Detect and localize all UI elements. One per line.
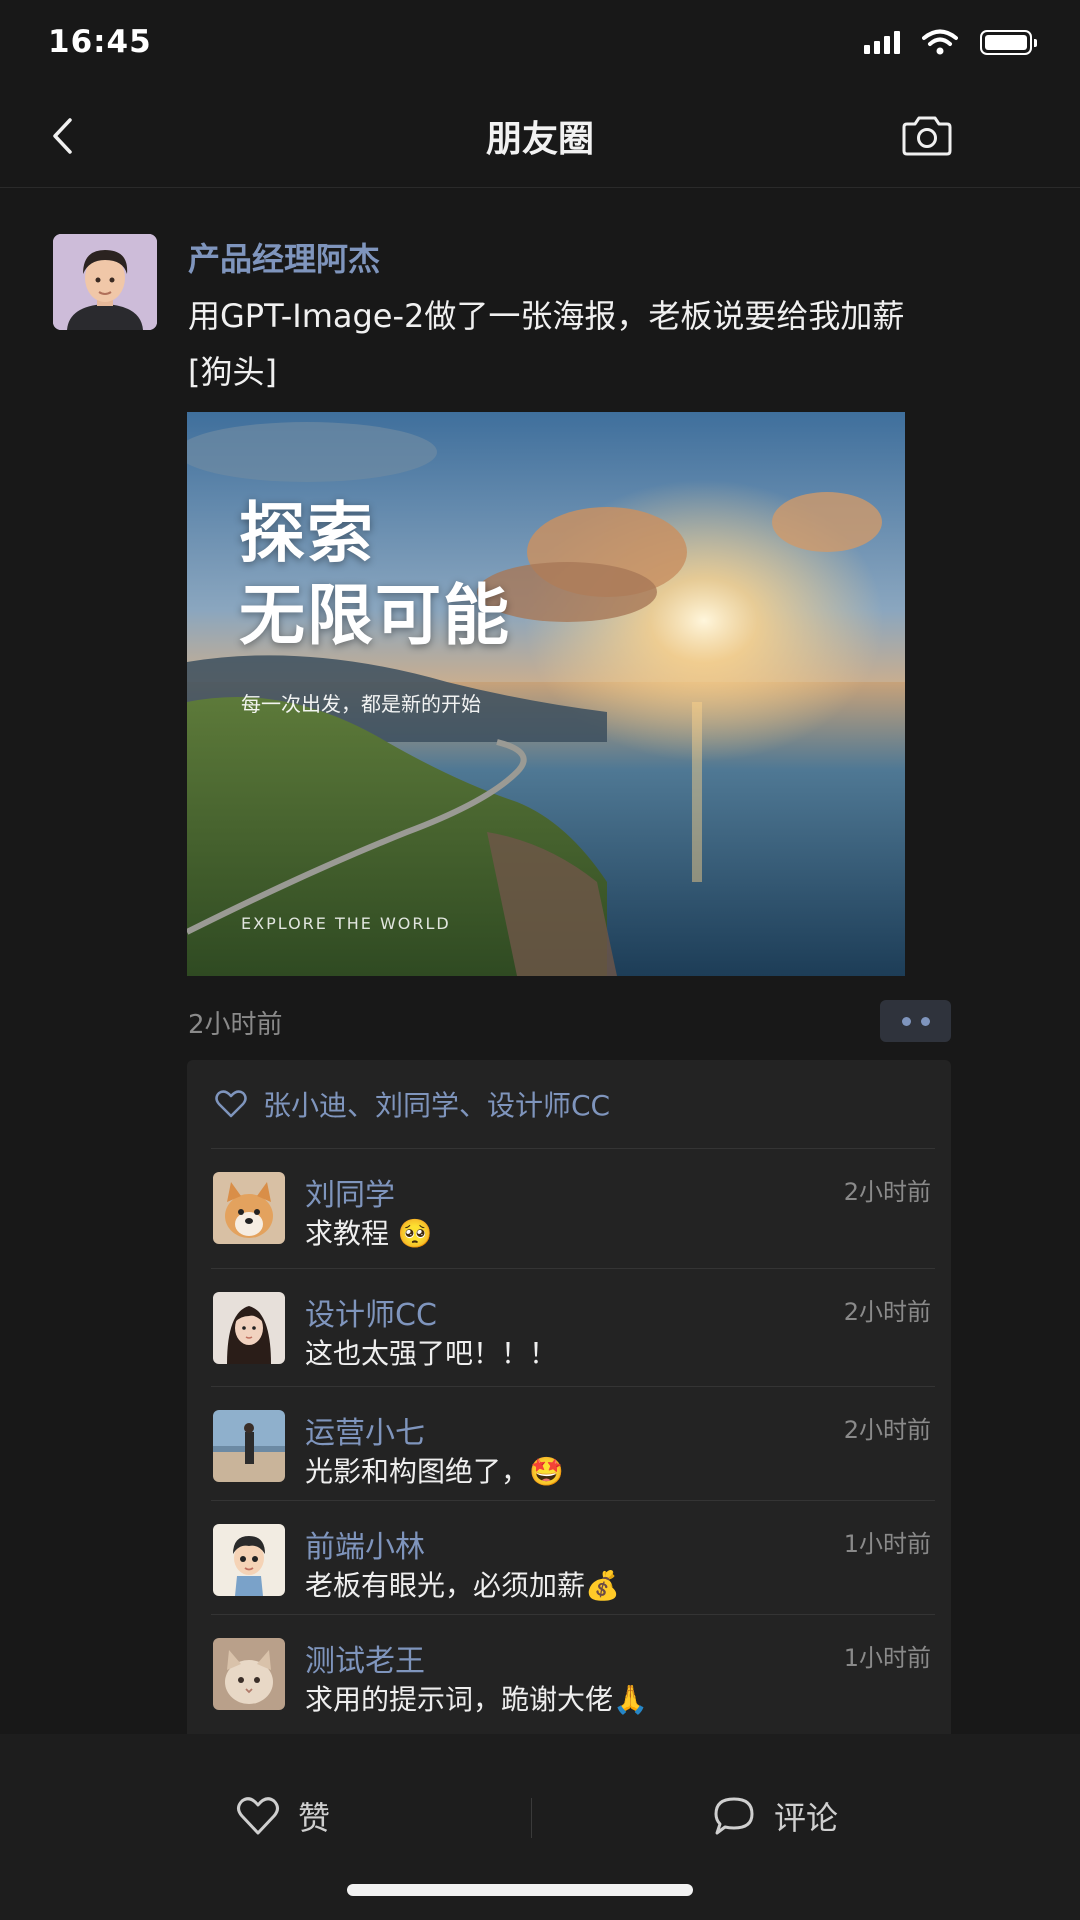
comment-item[interactable]: 运营小七 光影和构图绝了，🤩 2小时前	[187, 1386, 951, 1500]
comment-time: 2小时前	[843, 1298, 931, 1326]
heart-icon	[215, 1090, 247, 1118]
comment-text: 求教程 🥺	[305, 1217, 433, 1250]
post-image[interactable]: 探索 无限可能 每一次出发，都是新的开始 EXPLORE THE WORLD	[187, 412, 905, 976]
likes-row: 张小迪、刘同学、设计师CC	[187, 1060, 951, 1148]
commenter-name[interactable]: 前端小林	[305, 1522, 425, 1566]
wifi-icon	[922, 29, 958, 55]
dot-icon	[920, 1016, 930, 1026]
camera-icon	[902, 116, 952, 156]
comment-item[interactable]: 刘同学 求教程 🥺 2小时前	[187, 1148, 951, 1262]
comment-item[interactable]: 设计师CC 这也太强了吧！！！ 2小时前	[187, 1268, 951, 1382]
interactions-panel: 张小迪、刘同学、设计师CC 刘同学 求教程 🥺 2小时前 设计师CC 这也太强了…	[187, 1060, 951, 1748]
post-timestamp: 2小时前	[188, 1010, 283, 1040]
comment-text: 这也太强了吧！！！	[305, 1337, 558, 1370]
commenter-name[interactable]: 设计师CC	[305, 1290, 437, 1334]
commenter-avatar[interactable]	[213, 1292, 285, 1364]
comment-time: 2小时前	[843, 1416, 931, 1444]
commenter-avatar[interactable]	[213, 1172, 285, 1244]
divider	[531, 1798, 532, 1838]
commenter-name[interactable]: 刘同学	[305, 1170, 395, 1214]
poster-title-line1: 探索	[239, 494, 375, 572]
status-time: 16:45	[48, 24, 152, 60]
status-icons	[864, 29, 1037, 55]
poster-subtitle: 每一次出发，都是新的开始	[241, 692, 481, 716]
status-bar: 16:45	[0, 0, 1080, 84]
home-indicator[interactable]	[347, 1884, 693, 1896]
commenter-name[interactable]: 运营小七	[305, 1408, 425, 1452]
comment-bubble-icon	[714, 1797, 754, 1835]
poster-title: 探索 无限可能	[239, 492, 511, 656]
like-button[interactable]: 赞	[236, 1784, 330, 1848]
comment-button[interactable]: 评论	[712, 1784, 838, 1848]
comment-time: 1小时前	[843, 1530, 931, 1558]
heart-icon	[237, 1797, 279, 1835]
signal-icon	[864, 30, 900, 54]
camera-button[interactable]	[894, 104, 960, 168]
battery-icon	[980, 29, 1037, 55]
commenter-avatar[interactable]	[213, 1638, 285, 1710]
post-text: 用GPT-Image-2做了一张海报，老板说要给我加薪[狗头]	[188, 297, 905, 391]
bottom-action-bar: 赞 评论	[0, 1734, 1080, 1920]
author-avatar[interactable]	[53, 234, 157, 330]
commenter-name[interactable]: 测试老王	[305, 1636, 425, 1680]
comment-time: 2小时前	[843, 1178, 931, 1206]
more-actions-button[interactable]	[880, 1000, 951, 1042]
comment-text: 老板有眼光，必须加薪💰	[305, 1569, 620, 1602]
poster-footer: EXPLORE THE WORLD	[241, 914, 451, 933]
comment-item[interactable]: 前端小林 老板有眼光，必须加薪💰 1小时前	[187, 1500, 951, 1614]
poster-title-line2: 无限可能	[239, 576, 511, 654]
comment-text: 求用的提示词，跪谢大佬🙏	[305, 1683, 648, 1716]
comment-text: 光影和构图绝了，🤩	[305, 1455, 564, 1488]
author-name[interactable]: 产品经理阿杰	[188, 234, 380, 280]
nav-bar: 朋友圈	[0, 84, 1080, 188]
dot-icon	[901, 1016, 911, 1026]
likes-names[interactable]: 张小迪、刘同学、设计师CC	[263, 1084, 610, 1124]
comment-item[interactable]: 测试老王 求用的提示词，跪谢大佬🙏 1小时前	[187, 1614, 951, 1728]
commenter-avatar[interactable]	[213, 1410, 285, 1482]
commenter-avatar[interactable]	[213, 1524, 285, 1596]
comment-label: 评论	[774, 1799, 839, 1837]
comment-time: 1小时前	[843, 1644, 931, 1672]
like-label: 赞	[298, 1799, 331, 1837]
